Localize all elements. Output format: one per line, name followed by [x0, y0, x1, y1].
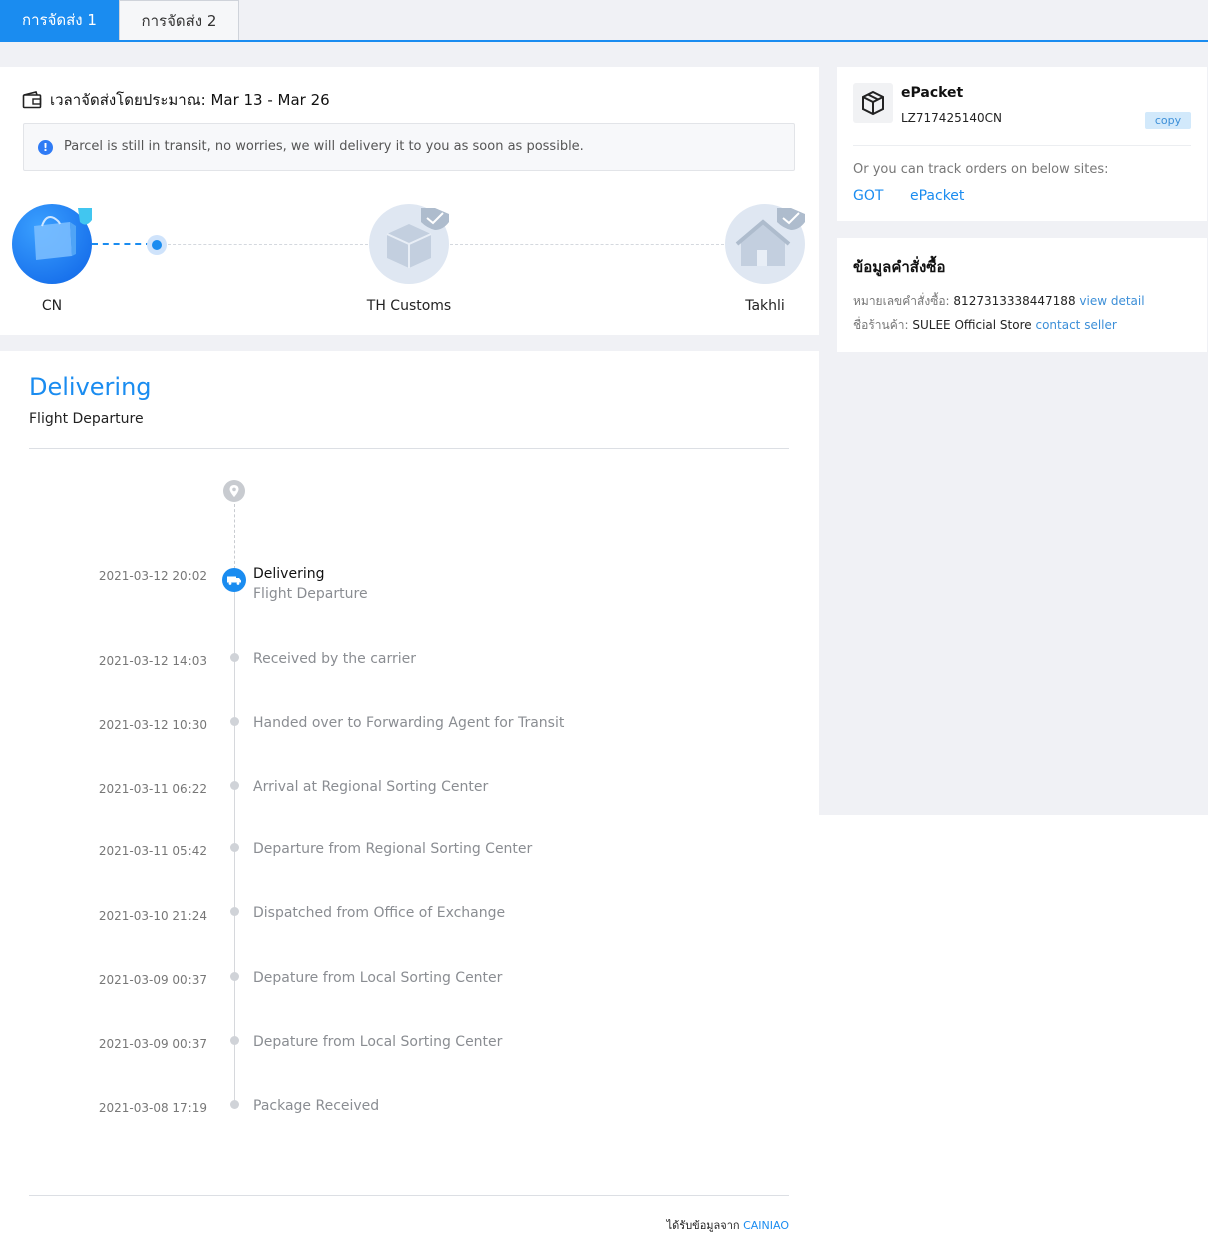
- shopping-bag-icon: [34, 208, 92, 260]
- cainiao-link[interactable]: CAINIAO: [743, 1219, 789, 1232]
- package-icon: [853, 83, 893, 123]
- event-time: 2021-03-09 00:37: [98, 1037, 207, 1051]
- tracking-details-panel: [0, 351, 819, 1250]
- store-row: ชื่อร้านค้า: SULEE Official Store contac…: [853, 316, 1117, 335]
- event-dot: [230, 907, 239, 916]
- track-sites-hint: Or you can track orders on below sites:: [853, 162, 1109, 177]
- info-icon: !: [38, 140, 53, 155]
- event-dot: [230, 781, 239, 790]
- order-info-title: ข้อมูลคำสั่งซื้อ: [853, 258, 946, 276]
- tab-shipment-2[interactable]: การจัดส่ง 2: [119, 0, 239, 40]
- store-name: SULEE Official Store: [912, 318, 1032, 332]
- location-pin-icon: [223, 480, 245, 502]
- event-time: 2021-03-10 21:24: [98, 909, 207, 923]
- event-title: Handed over to Forwarding Agent for Tran…: [253, 715, 565, 731]
- progress-segment-done: [92, 243, 152, 245]
- event-title: Dispatched from Office of Exchange: [253, 905, 506, 921]
- estimate-label: เวลาจัดส่งโดยประมาณ: Mar 13 - Mar 26: [50, 91, 330, 109]
- progress-segment-pending: [168, 244, 368, 245]
- tracking-number: LZ717425140CN: [901, 111, 1002, 125]
- site-link-epacket[interactable]: ePacket: [910, 188, 964, 204]
- divider: [853, 145, 1191, 146]
- event-time: 2021-03-11 05:42: [98, 844, 207, 858]
- event-dot: [230, 843, 239, 852]
- progress-segment-pending: [450, 244, 724, 245]
- event-title: Package Received: [253, 1098, 380, 1114]
- event-dot: [230, 653, 239, 662]
- divider: [29, 448, 789, 449]
- order-number-label: หมายเลขคำสั่งซื้อ:: [853, 294, 950, 308]
- current-position-marker: [147, 235, 167, 255]
- event-dot: [230, 972, 239, 981]
- view-detail-link[interactable]: view detail: [1079, 294, 1144, 308]
- destination-label: Takhli: [745, 298, 785, 314]
- shipment-tabs: การจัดส่ง 1 การจัดส่ง 2: [0, 0, 1208, 42]
- event-time: 2021-03-12 10:30: [98, 718, 207, 732]
- store-label: ชื่อร้านค้า:: [853, 318, 909, 332]
- house-icon: [735, 208, 805, 266]
- order-number: 8127313338447188: [953, 294, 1076, 308]
- divider: [29, 1195, 789, 1196]
- data-source-label: ได้รับข้อมูลจาก: [666, 1219, 740, 1232]
- customs-node: [369, 204, 449, 284]
- customs-box-icon: [386, 208, 449, 268]
- event-title: Depature from Local Sorting Center: [253, 970, 503, 986]
- estimate-header: เวลาจัดส่งโดยประมาณ: Mar 13 - Mar 26: [22, 88, 330, 112]
- contact-seller-link[interactable]: contact seller: [1035, 318, 1116, 332]
- origin-label: CN: [41, 298, 63, 314]
- truck-icon: [222, 568, 246, 592]
- notice-text: Parcel is still in transit, no worries, …: [64, 139, 584, 154]
- status-subtitle: Flight Departure: [29, 411, 144, 427]
- event-title: Received by the carrier: [253, 651, 416, 667]
- event-dot: [230, 1100, 239, 1109]
- transit-notice: ! Parcel is still in transit, no worries…: [23, 123, 795, 171]
- event-description: Flight Departure: [253, 586, 368, 602]
- site-link-got[interactable]: GOT: [853, 188, 883, 204]
- tab-shipment-1[interactable]: การจัดส่ง 1: [0, 0, 119, 40]
- event-title: Depature from Local Sorting Center: [253, 1034, 503, 1050]
- event-time: 2021-03-08 17:19: [98, 1101, 207, 1115]
- data-source: ได้รับข้อมูลจาก CAINIAO: [667, 1216, 789, 1234]
- event-title: Arrival at Regional Sorting Center: [253, 779, 489, 795]
- status-title: Delivering: [29, 373, 152, 401]
- order-number-row: หมายเลขคำสั่งซื้อ: 8127313338447188 view…: [853, 292, 1145, 311]
- wallet-icon: [22, 91, 42, 109]
- event-title: Departure from Regional Sorting Center: [253, 841, 533, 857]
- timeline-connector: [234, 504, 235, 569]
- origin-node: [12, 204, 92, 284]
- event-title: Delivering: [253, 566, 325, 582]
- destination-node: [725, 204, 805, 284]
- event-dot: [230, 717, 239, 726]
- customs-label: TH Customs: [366, 298, 452, 314]
- event-time: 2021-03-12 14:03: [98, 654, 207, 668]
- carrier-name: ePacket: [901, 85, 964, 101]
- event-time: 2021-03-11 06:22: [98, 782, 207, 796]
- copy-button[interactable]: copy: [1145, 112, 1191, 129]
- event-time: 2021-03-09 00:37: [98, 973, 207, 987]
- event-time: 2021-03-12 20:02: [98, 569, 207, 583]
- event-dot: [230, 1036, 239, 1045]
